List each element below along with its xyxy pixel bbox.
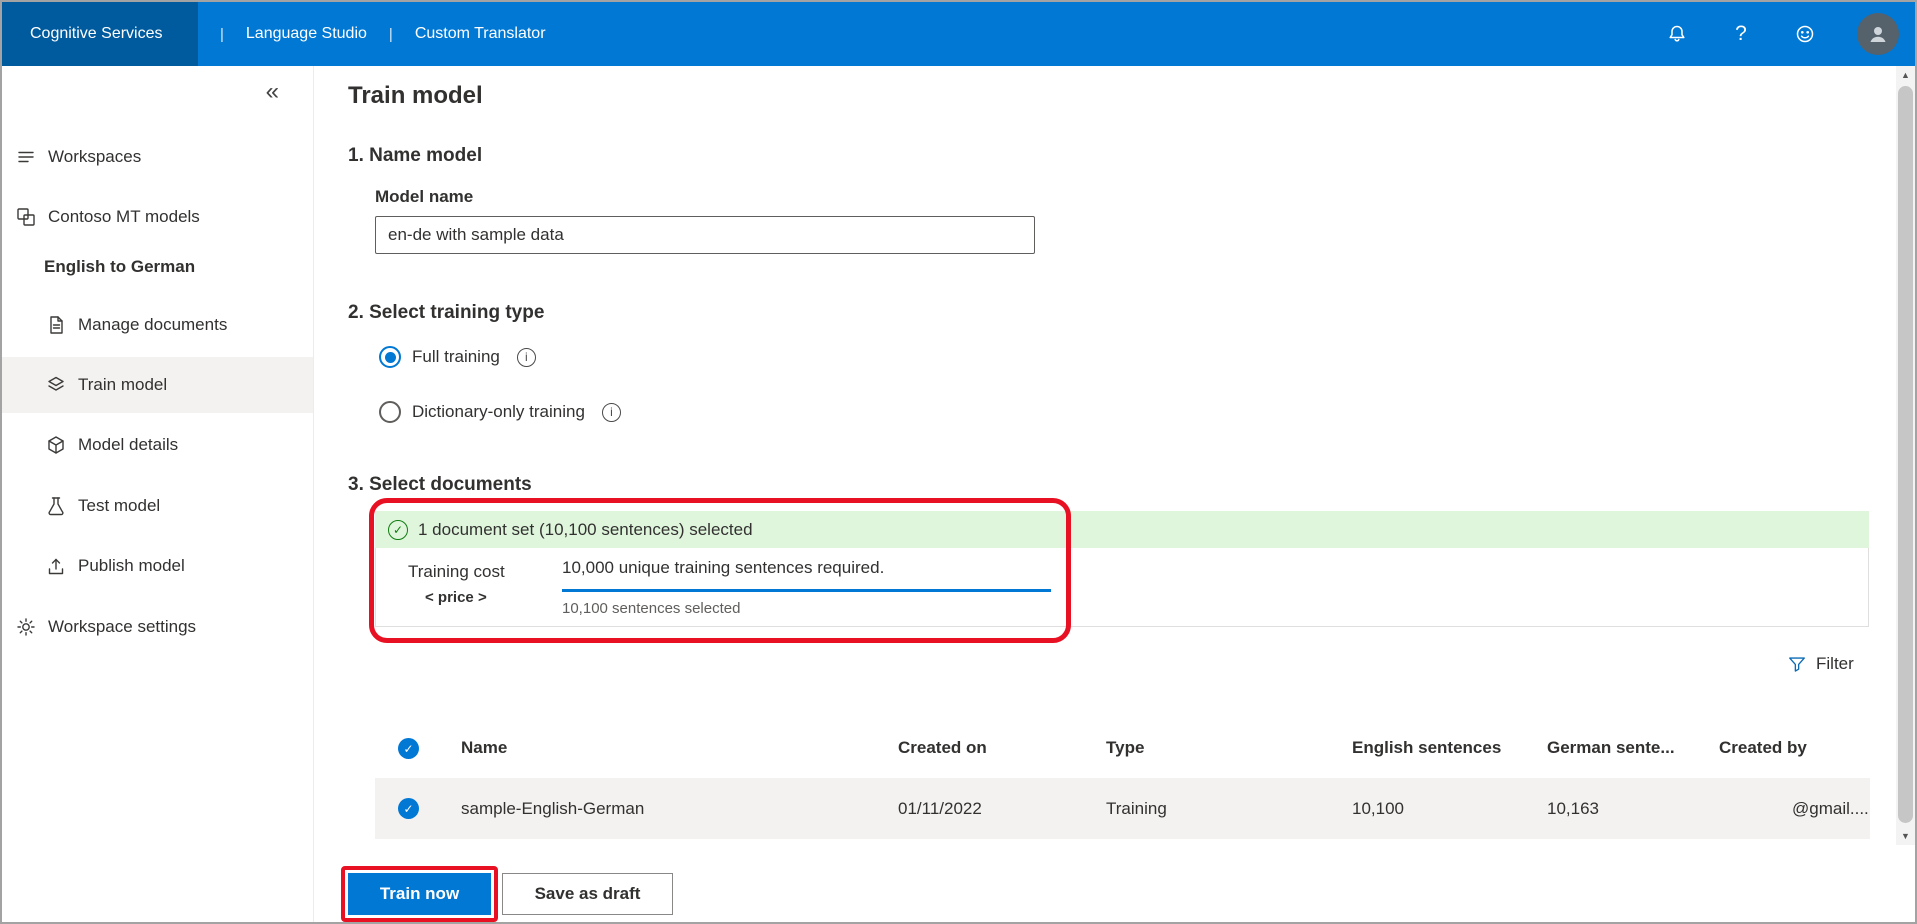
training-cost-label: Training cost [408, 562, 505, 581]
sidebar-item-label: Workspace settings [48, 617, 197, 636]
column-header-german-sentences[interactable]: German sente... [1547, 726, 1675, 770]
main-content: Train model 1. Name model Model name 2. … [314, 66, 1892, 922]
train-model-icon [44, 373, 68, 397]
cell-name: sample-English-German [461, 798, 645, 818]
sidebar-item-label: Model details [78, 435, 179, 454]
sidebar-item-workspaces[interactable]: Workspaces [2, 129, 313, 185]
cell-english-sentences: 10,100 [1352, 798, 1404, 818]
info-icon[interactable]: i [601, 402, 621, 422]
sidebar-project-english-to-german: English to German [2, 239, 313, 295]
translate-models-icon [14, 205, 38, 229]
selection-success-banner: ✓ 1 document set (10,100 sentences) sele… [375, 511, 1869, 548]
sidebar-item-model-details[interactable]: Model details [2, 417, 313, 473]
section-heading-select-documents: 3. Select documents [348, 474, 532, 495]
column-header-created-on[interactable]: Created on [898, 726, 987, 770]
topbar-actions: ? [1665, 13, 1915, 55]
sidebar-item-label: Workspaces [48, 147, 142, 166]
save-as-draft-button[interactable]: Save as draft [502, 873, 673, 915]
section-heading-training-type: 2. Select training type [348, 302, 545, 323]
row-checkbox[interactable]: ✓ [398, 798, 419, 819]
flask-icon [44, 494, 68, 518]
help-glyph: ? [1735, 22, 1747, 45]
sidebar-collapse-button[interactable]: « [266, 80, 279, 104]
column-header-english-sentences[interactable]: English sentences [1352, 726, 1501, 770]
full-training-radio[interactable] [379, 346, 401, 368]
model-name-input[interactable] [375, 216, 1035, 254]
app-window: Cognitive Services | Language Studio | C… [0, 0, 1917, 924]
document-icon [44, 313, 68, 337]
column-header-type[interactable]: Type [1106, 726, 1144, 770]
full-training-label: Full training [412, 347, 500, 366]
publish-upload-icon [44, 554, 68, 578]
radio-dot [384, 351, 396, 363]
filter-funnel-icon [1789, 657, 1805, 672]
radio-row-full-training: Full training i [379, 342, 536, 372]
nav-language-studio[interactable]: Language Studio [246, 25, 367, 43]
cube-icon [44, 433, 68, 457]
cell-created-by: @gmail.... [1792, 798, 1869, 818]
tooltip-divider [562, 589, 1051, 592]
sidebar-item-label: Contoso MT models [48, 207, 200, 226]
top-nav: | Language Studio | Custom Translator [198, 25, 546, 43]
select-all-checkbox[interactable]: ✓ [398, 738, 419, 759]
column-header-created-by[interactable]: Created by [1719, 726, 1807, 770]
column-header-name[interactable]: Name [461, 726, 507, 770]
training-cost-panel: Training cost < price > 10,000 unique tr… [375, 548, 1869, 627]
training-requirement-text: 10,000 unique training sentences require… [562, 558, 885, 577]
sidebar-item-label: Manage documents [78, 315, 228, 334]
cell-created-on: 01/11/2022 [898, 798, 982, 818]
brand-label: Cognitive Services [30, 25, 163, 42]
selection-banner-text: 1 document set (10,100 sentences) select… [418, 519, 753, 539]
sidebar-item-workspace-settings[interactable]: Workspace settings [2, 599, 313, 655]
sidebar-item-contoso-mt-models[interactable]: Contoso MT models [2, 189, 313, 245]
success-check-icon: ✓ [388, 519, 408, 540]
cell-german-sentences: 10,163 [1547, 798, 1599, 818]
feedback-smiley-icon[interactable] [1793, 22, 1817, 46]
cell-type: Training [1106, 798, 1167, 818]
sidebar-item-label: Publish model [78, 556, 185, 575]
gear-icon [14, 615, 38, 639]
sidebar-item-label: Train model [78, 375, 168, 394]
scrollbar-up-arrow[interactable]: ▲ [1896, 66, 1915, 84]
top-bar: Cognitive Services | Language Studio | C… [2, 2, 1915, 66]
sentences-selected-text: 10,100 sentences selected [562, 600, 741, 617]
nav-separator: | [220, 25, 224, 43]
section-heading-name-model: 1. Name model [348, 145, 483, 166]
dictionary-training-label: Dictionary-only training [412, 402, 585, 421]
page-title: Train model [348, 82, 483, 109]
sidebar-item-publish-model[interactable]: Publish model [2, 538, 313, 594]
sidebar-project-label: English to German [44, 257, 196, 276]
workspaces-icon [14, 145, 38, 169]
nav-custom-translator[interactable]: Custom Translator [415, 25, 546, 43]
help-icon[interactable]: ? [1729, 22, 1753, 46]
dictionary-training-radio[interactable] [379, 401, 401, 423]
filter-label: Filter [1816, 654, 1854, 673]
notifications-bell-icon[interactable] [1665, 22, 1689, 46]
filter-button[interactable]: Filter [1787, 654, 1854, 674]
account-avatar[interactable] [1857, 13, 1899, 55]
train-now-button[interactable]: Train now [348, 873, 491, 915]
vertical-scrollbar[interactable]: ▲ ▼ [1896, 66, 1915, 845]
nav-separator: | [388, 25, 393, 43]
training-cost-value: < price > [425, 589, 487, 606]
sidebar-item-test-model[interactable]: Test model [2, 478, 313, 534]
scrollbar-down-arrow[interactable]: ▼ [1896, 827, 1915, 845]
sidebar-item-train-model[interactable]: Train model [2, 357, 313, 413]
model-name-label: Model name [375, 187, 474, 206]
sidebar-item-manage-documents[interactable]: Manage documents [2, 297, 313, 353]
info-icon[interactable]: i [516, 347, 536, 367]
brand-cognitive-services[interactable]: Cognitive Services [2, 2, 198, 66]
scrollbar-thumb[interactable] [1898, 86, 1913, 823]
radio-row-dictionary-training: Dictionary-only training i [379, 397, 621, 427]
sidebar-item-label: Test model [78, 496, 161, 515]
sidebar: « Workspaces Contoso MT models English t… [2, 66, 314, 922]
